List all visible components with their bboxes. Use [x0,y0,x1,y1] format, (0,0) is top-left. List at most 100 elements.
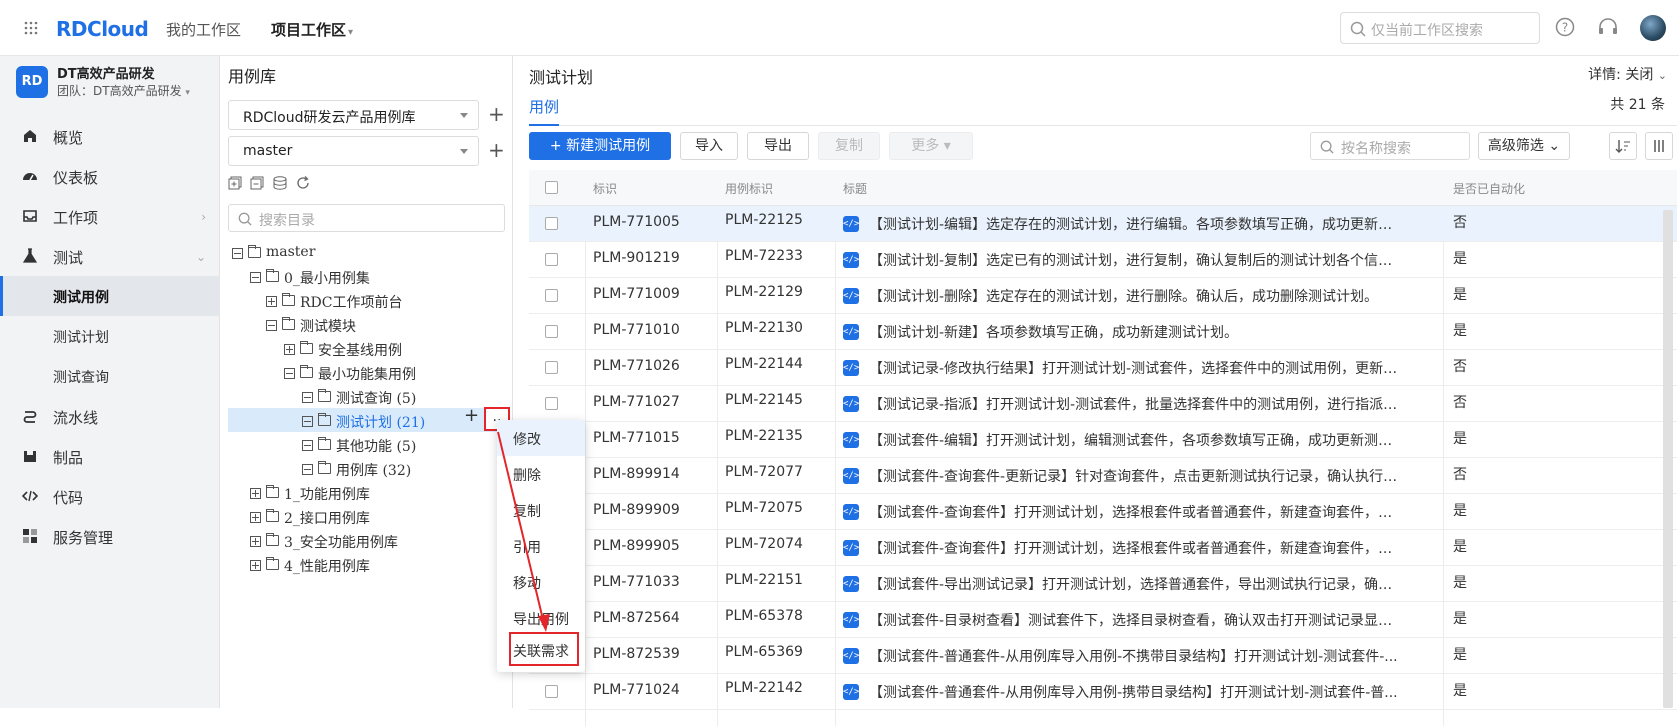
cell-title[interactable]: 【测试套件-导出测试记录】打开测试计划，选择普通套件，导出测试执行记录，确认..… [869,574,1404,594]
cell-id[interactable]: PLM-899914 [593,466,680,482]
collapse-all-icon[interactable] [250,176,266,192]
cell-id[interactable]: PLM-771033 [593,574,680,590]
row-checkbox[interactable] [545,253,558,266]
sidebar-item-test-cases[interactable]: 测试用例 [0,276,220,316]
cell-title[interactable]: 【测试计划-新建】各项参数填写正确，成功新建测试计划。 [869,322,1404,342]
add-repo-button[interactable]: + [488,100,505,130]
sidebar-item-test-queries[interactable]: 测试查询 [0,356,220,396]
menu-item-move[interactable]: 移动 [497,564,585,600]
sidebar-item-pipeline[interactable]: 流水线 [0,396,220,436]
column-settings-button[interactable] [1645,132,1673,160]
table-row[interactable]: PLM-872564 PLM-65378 </> 【测试套件-目录树查看】测试套件下，… [529,602,1677,638]
table-row[interactable]: PLM-872539 PLM-65369 </> 【测试套件-普通套件-从用例库导入用… [529,638,1677,674]
directory-search-input[interactable]: 搜索目录 [228,204,505,232]
help-icon[interactable]: ? [1555,17,1575,37]
sidebar-item-test[interactable]: 测试 ⌄ [0,236,220,276]
sort-button[interactable] [1609,132,1637,160]
cell-title[interactable]: 【测试计划-删除】选定存在的测试计划，进行删除。确认后，成功删除测试计划。 [869,286,1404,306]
row-checkbox[interactable] [545,685,558,698]
user-avatar[interactable] [1640,15,1666,41]
sidebar-item-service-management[interactable]: 服务管理 [0,516,220,556]
cell-id[interactable]: PLM-771024 [593,682,680,698]
cell-title[interactable]: 【测试套件-编辑】打开测试计划，编辑测试套件，各项参数填写正确，成功更新测试..… [869,430,1404,450]
add-subnode-button[interactable]: + [464,405,479,426]
collapse-toggle-icon[interactable] [302,416,313,427]
column-header-id[interactable]: 标识 [593,180,617,197]
table-row[interactable]: PLM-899909 PLM-72075 </> 【测试套件-查询套件】打开测试计划，… [529,494,1677,530]
cell-id[interactable]: PLM-872539 [593,646,680,662]
cell-title[interactable]: 【测试套件-普通套件-从用例库导入用例-携带目录结构】打开测试计划-测试套件-普… [869,682,1404,702]
menu-item-link-requirement[interactable]: 关联需求 [509,632,579,666]
expand-toggle-icon[interactable] [284,344,295,355]
detail-toggle[interactable]: 详情: 关闭 ⌄ [1588,64,1667,84]
cell-id[interactable]: PLM-771027 [593,394,680,410]
table-row[interactable]: PLM-771033 PLM-22151 </> 【测试套件-导出测试记录】打开测试计… [529,566,1677,602]
cell-title[interactable]: 【测试计划-编辑】选定存在的测试计划，进行编辑。各项参数填写正确，成功更新测..… [869,214,1404,234]
table-row[interactable]: PLM-899914 PLM-72077 </> 【测试套件-查询套件-更新记录】针对… [529,458,1677,494]
column-header-title[interactable]: 标题 [843,180,867,197]
column-header-automated[interactable]: 是否已自动化 [1453,180,1525,197]
cell-title[interactable]: 【测试套件-目录树查看】测试套件下，选择目录树查看，确认双击打开测试记录显示..… [869,610,1404,630]
table-row[interactable]: PLM-901219 PLM-72233 </> 【测试计划-复制】选定已有的测试计划… [529,242,1677,278]
column-header-case-id[interactable]: 用例标识 [725,180,773,197]
expand-toggle-icon[interactable] [250,560,261,571]
new-test-case-button[interactable]: + 新建测试用例 [529,132,671,160]
collapse-toggle-icon[interactable] [284,368,295,379]
sidebar-item-workitems[interactable]: 工作项 › [0,196,220,236]
table-row[interactable]: PLM-771024 PLM-22142 </> 【测试套件-普通套件-从用例库导入用… [529,674,1677,710]
tab-cases[interactable]: 用例 [529,96,559,117]
expand-toggle-icon[interactable] [250,512,261,523]
more-button[interactable]: 更多 ▾ [889,132,973,160]
table-row[interactable]: PLM-771009 PLM-22129 </> 【测试计划-删除】选定存在的测试计划… [529,278,1677,314]
vertical-scrollbar[interactable] [1663,210,1673,708]
sidebar-item-overview[interactable]: 概览 [0,116,220,156]
cell-id[interactable]: PLM-899905 [593,538,680,554]
cell-id[interactable]: PLM-771026 [593,358,680,374]
row-checkbox[interactable] [545,397,558,410]
collapse-toggle-icon[interactable] [302,440,313,451]
collapse-toggle-icon[interactable] [302,464,313,475]
row-checkbox[interactable] [545,217,558,230]
cell-title[interactable]: 【测试套件-查询套件-更新记录】针对查询套件，点击更新测试执行记录，确认执行记.… [869,466,1404,486]
menu-item-export-cases[interactable]: 导出用例 [497,600,585,636]
tab-project-workspace[interactable]: 项目工作区 ▾ [271,19,353,40]
cell-id[interactable]: PLM-771009 [593,286,680,302]
collapse-toggle-icon[interactable] [302,392,313,403]
menu-item-copy[interactable]: 复制 [497,492,585,528]
add-branch-button[interactable]: + [488,136,505,166]
sidebar-item-test-plans[interactable]: 测试计划 [0,316,220,356]
select-all-checkbox[interactable] [545,181,558,194]
table-row[interactable]: PLM-771026 PLM-22144 </> 【测试记录-修改执行结果】打开测试计… [529,350,1677,386]
layers-icon[interactable] [273,176,289,192]
cell-id[interactable]: PLM-771010 [593,322,680,338]
app-grid-icon[interactable] [24,21,38,35]
expand-toggle-icon[interactable] [266,296,277,307]
sidebar-item-artifacts[interactable]: 制品 [0,436,220,476]
workspace-search-input[interactable]: 仅当前工作区搜索 [1340,12,1540,44]
menu-item-reference[interactable]: 引用 [497,528,585,564]
table-row[interactable]: PLM-771027 PLM-22145 </> 【测试记录-指派】打开测试计划-测试… [529,386,1677,422]
name-search-input[interactable]: 按名称搜索 [1310,132,1470,160]
advanced-filter-button[interactable]: 高级筛选 ⌄ [1478,132,1570,160]
cell-id[interactable]: PLM-771005 [593,214,680,230]
branch-select[interactable]: master [228,136,479,166]
row-checkbox[interactable] [545,361,558,374]
copy-button[interactable]: 复制 [818,132,880,160]
tab-my-workspace[interactable]: 我的工作区 [166,19,241,40]
sidebar-item-dashboard[interactable]: 仪表板 [0,156,220,196]
collapse-toggle-icon[interactable] [250,272,261,283]
headset-icon[interactable] [1597,17,1619,37]
collapse-toggle-icon[interactable] [232,248,243,259]
sidebar-item-code[interactable]: 代码 [0,476,220,516]
cell-id[interactable]: PLM-872564 [593,610,680,626]
expand-toggle-icon[interactable] [250,536,261,547]
row-checkbox[interactable] [545,325,558,338]
table-row[interactable]: PLM-771005 PLM-22125 </> 【测试计划-编辑】选定存在的测试计划… [529,206,1677,242]
cell-id[interactable]: PLM-771015 [593,430,680,446]
row-checkbox[interactable] [545,289,558,302]
expand-toggle-icon[interactable] [250,488,261,499]
collapse-toggle-icon[interactable] [266,320,277,331]
cell-title[interactable]: 【测试记录-修改执行结果】打开测试计划-测试套件，选择套件中的测试用例，更新执.… [869,358,1404,378]
cell-id[interactable]: PLM-899909 [593,502,680,518]
table-row[interactable]: PLM-771015 PLM-22135 </> 【测试套件-编辑】打开测试计划，编辑… [529,422,1677,458]
